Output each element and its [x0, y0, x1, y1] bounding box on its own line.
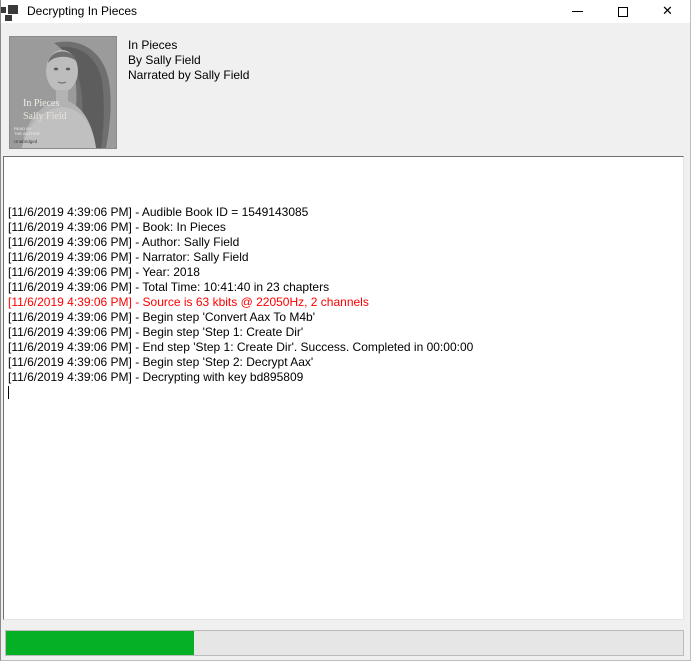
log-line: [11/6/2019 4:39:06 PM] - Total Time: 10:…	[8, 280, 679, 295]
log-line: [11/6/2019 4:39:06 PM] - Begin step 'Con…	[8, 310, 679, 325]
log-line: [11/6/2019 4:39:06 PM] - Book: In Pieces	[8, 220, 679, 235]
book-cover-art: In Pieces Sally Field READ BY THE AUTHOR…	[10, 37, 116, 148]
book-title: In Pieces	[128, 38, 249, 53]
title-bar[interactable]: Decrypting In Pieces ✕	[1, 0, 690, 23]
book-cover-image: In Pieces Sally Field READ BY THE AUTHOR…	[9, 36, 117, 149]
minimize-button[interactable]	[555, 0, 600, 23]
app-icon	[1, 4, 18, 20]
cover-author-text: Sally Field	[23, 111, 67, 122]
window-title: Decrypting In Pieces	[27, 0, 137, 23]
progress-bar	[5, 630, 684, 656]
text-caret	[8, 386, 9, 399]
log-line: [11/6/2019 4:39:06 PM] - Begin step 'Ste…	[8, 325, 679, 340]
app-window: Decrypting In Pieces ✕	[0, 0, 691, 661]
book-narrator: Narrated by Sally Field	[128, 68, 249, 83]
log-line: [11/6/2019 4:39:06 PM] - Narrator: Sally…	[8, 250, 679, 265]
maximize-button[interactable]	[600, 0, 645, 23]
caption-buttons: ✕	[555, 0, 690, 23]
maximize-icon	[618, 7, 628, 17]
log-line: [11/6/2019 4:39:06 PM] - Decrypting with…	[8, 370, 679, 385]
cover-badge-line2: THE AUTHOR	[14, 131, 40, 136]
cover-title-text: In Pieces	[23, 98, 59, 109]
log-line: [11/6/2019 4:39:06 PM] - Year: 2018	[8, 265, 679, 280]
cover-badge-edition: Unabridged	[14, 139, 38, 144]
progress-fill	[6, 631, 194, 655]
close-icon: ✕	[662, 5, 673, 18]
book-info: In Pieces By Sally Field Narrated by Sal…	[128, 38, 249, 83]
log-line: [11/6/2019 4:39:06 PM] - Author: Sally F…	[8, 235, 679, 250]
book-author: By Sally Field	[128, 53, 249, 68]
log-line: [11/6/2019 4:39:06 PM] - Audible Book ID…	[8, 205, 679, 220]
log-textbox[interactable]: [11/6/2019 4:39:06 PM] - Audible Book ID…	[3, 156, 684, 620]
log-line: [11/6/2019 4:39:06 PM] - Source is 63 kb…	[8, 295, 679, 310]
log-line: [11/6/2019 4:39:06 PM] - End step 'Step …	[8, 340, 679, 355]
close-button[interactable]: ✕	[645, 0, 690, 23]
log-line: [11/6/2019 4:39:06 PM] - Begin step 'Ste…	[8, 355, 679, 370]
minimize-icon	[572, 11, 583, 12]
